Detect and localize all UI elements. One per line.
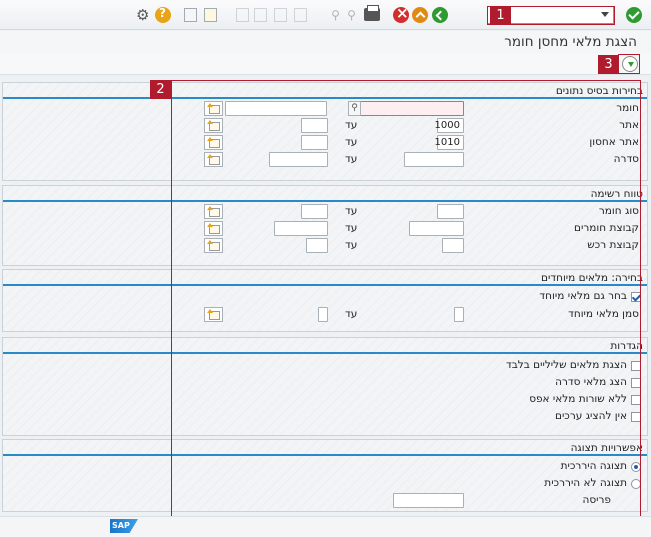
create-shortcut-icon[interactable] — [204, 8, 217, 22]
status-bar — [0, 516, 651, 537]
annotation-number-1: 1 — [490, 6, 511, 25]
page-title: הצגת מלאי מחסן חומר — [504, 34, 637, 50]
application-toolbar — [0, 53, 651, 75]
print-icon[interactable] — [364, 5, 380, 21]
find-next-icon[interactable]: ⚲ — [344, 8, 359, 22]
annotation-box-2 — [171, 80, 641, 517]
find-icon[interactable]: ⚲ — [328, 8, 343, 22]
previous-page-icon[interactable] — [254, 8, 267, 22]
cancel-icon[interactable] — [393, 4, 409, 23]
annotation-number-2: 2 — [150, 80, 171, 99]
back-icon[interactable] — [432, 7, 448, 23]
annotation-box-3 — [618, 54, 640, 74]
new-session-icon[interactable] — [184, 8, 197, 22]
first-page-icon[interactable] — [236, 8, 249, 22]
customize-layout-icon[interactable]: ⚙ — [136, 6, 149, 24]
title-bar: הצגת מלאי מחסן חומר — [0, 31, 651, 53]
help-icon[interactable] — [155, 6, 171, 23]
last-page-icon[interactable] — [294, 8, 307, 22]
exit-icon[interactable] — [412, 7, 428, 23]
ok-icon[interactable] — [626, 7, 642, 23]
next-page-icon[interactable] — [274, 8, 287, 22]
annotation-number-3: 3 — [598, 55, 619, 74]
